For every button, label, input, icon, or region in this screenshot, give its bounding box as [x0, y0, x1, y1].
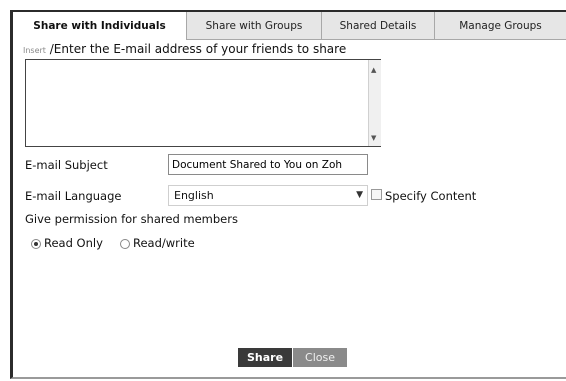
close-button[interactable]: Close	[293, 348, 347, 367]
email-instruction: /Enter the E-mail address of your friend…	[45, 42, 347, 56]
scroll-down-icon[interactable]: ▼	[371, 134, 376, 142]
tab-share-with-individuals[interactable]: Share with Individuals	[13, 12, 186, 40]
scroll-up-icon[interactable]: ▲	[371, 66, 376, 74]
tab-manage-groups[interactable]: Manage Groups	[434, 12, 566, 40]
read-only-label: Read Only	[44, 236, 103, 250]
tab-shared-details[interactable]: Shared Details	[321, 12, 434, 40]
specify-content-label: Specify Content	[385, 189, 477, 203]
email-instruction-row: Insert /Enter the E-mail address of your…	[23, 42, 346, 56]
language-select[interactable]: English ▼	[168, 185, 368, 206]
chevron-down-icon: ▼	[356, 190, 363, 200]
tab-bar: Share with Individuals Share with Groups…	[13, 12, 566, 40]
insert-link[interactable]: Insert	[23, 46, 46, 55]
permission-title: Give permission for shared members	[25, 212, 238, 226]
email-scrollbar[interactable]: ▲ ▼	[368, 60, 381, 146]
subject-input[interactable]	[168, 154, 368, 175]
subject-label: E-mail Subject	[25, 158, 108, 172]
language-selected: English	[174, 189, 214, 202]
tab-share-with-groups[interactable]: Share with Groups	[186, 12, 321, 40]
email-addresses-input[interactable]	[25, 59, 381, 147]
read-only-radio[interactable]	[31, 239, 41, 249]
read-write-radio[interactable]	[120, 239, 130, 249]
share-dialog: Share with Individuals Share with Groups…	[10, 10, 566, 379]
language-label: E-mail Language	[25, 189, 122, 203]
read-write-label: Read/write	[133, 236, 195, 250]
specify-content-checkbox[interactable]	[371, 189, 382, 200]
share-button[interactable]: Share	[238, 348, 292, 367]
